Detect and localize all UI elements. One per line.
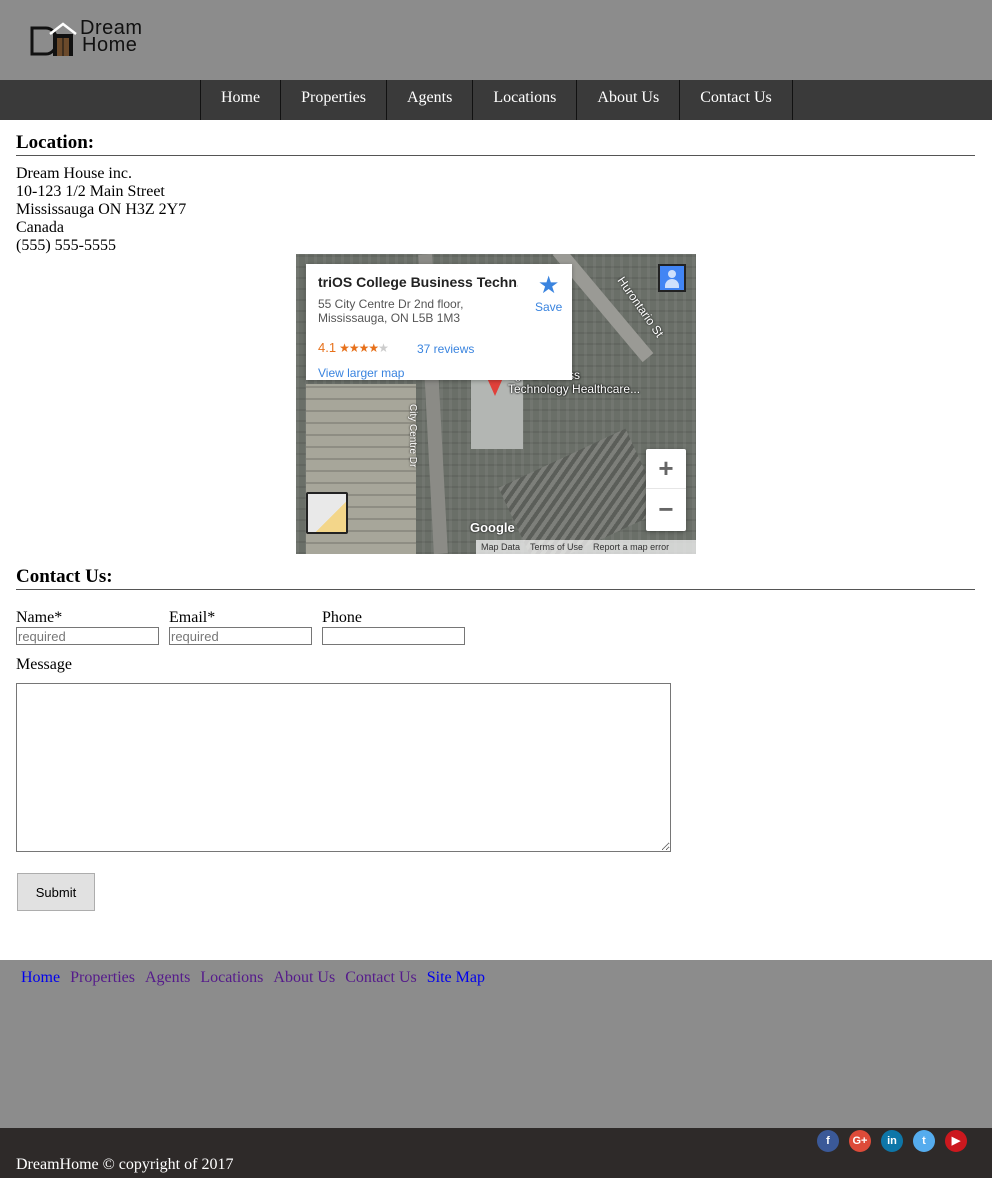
embedded-map[interactable]: City Centre Dr Hurontario St ege Busines… <box>296 254 696 554</box>
zoom-in-button[interactable]: + <box>646 449 686 489</box>
map-type-toggle[interactable] <box>306 492 348 534</box>
google-logo: Google <box>470 520 515 535</box>
map-place-label-line2: Technology Healthcare... <box>508 382 641 396</box>
location-heading: Location: <box>16 132 975 156</box>
map-marker-icon[interactable] <box>487 378 503 396</box>
terms-of-use-link[interactable]: Terms of Use <box>530 540 583 554</box>
footer-links-area: Home Properties Agents Locations About U… <box>0 960 992 1128</box>
save-button[interactable]: ★ Save <box>535 272 562 314</box>
phone-input[interactable] <box>322 627 465 645</box>
map-data-link[interactable]: Map Data <box>481 540 520 554</box>
facebook-icon[interactable]: f <box>817 1130 839 1152</box>
place-rating: 4.1 ★★★★★ <box>318 340 389 355</box>
name-label: Name* <box>16 609 63 626</box>
youtube-icon[interactable]: ▶ <box>945 1130 967 1152</box>
footer-link-agents[interactable]: Agents <box>145 969 190 987</box>
rating-stars-icon: ★★★★★ <box>339 341 389 355</box>
place-address-line1: 55 City Centre Dr 2nd floor, <box>318 297 464 311</box>
submit-button[interactable]: Submit <box>17 873 95 911</box>
nav-item-properties[interactable]: Properties <box>281 80 387 120</box>
reviews-link[interactable]: 37 reviews <box>417 342 474 356</box>
logo-text: Dream Home <box>80 18 143 56</box>
nav-item-agents[interactable]: Agents <box>387 80 474 120</box>
view-larger-map-link[interactable]: View larger map <box>318 366 404 380</box>
copyright-text: DreamHome © copyright of 2017 <box>16 1156 234 1173</box>
address-phone: (555) 555-5555 <box>16 237 116 254</box>
map-attribution: Map Data Terms of Use Report a map error <box>476 540 696 554</box>
twitter-icon[interactable]: t <box>913 1130 935 1152</box>
linkedin-icon[interactable]: in <box>881 1130 903 1152</box>
social-links: f G+ in t ▶ <box>817 1130 967 1152</box>
nav-item-home[interactable]: Home <box>201 80 282 120</box>
address-city: Mississauga ON H3Z 2Y7 <box>16 201 187 218</box>
house-logo-icon <box>30 22 77 56</box>
logo-line-2: Home <box>82 34 138 56</box>
main-nav: Home Properties Agents Locations About U… <box>0 80 992 120</box>
phone-label: Phone <box>322 609 362 626</box>
footer-link-locations[interactable]: Locations <box>200 969 263 987</box>
zoom-out-button[interactable]: − <box>646 490 686 530</box>
address-street: 10-123 1/2 Main Street <box>16 183 165 200</box>
name-input[interactable] <box>16 627 159 645</box>
footer-link-contact-us[interactable]: Contact Us <box>345 969 417 987</box>
place-address-line2: Mississauga, ON L5B 1M3 <box>318 311 461 325</box>
header: Dream Home <box>0 0 992 80</box>
footer-link-home[interactable]: Home <box>21 969 60 987</box>
footer-link-properties[interactable]: Properties <box>70 969 135 987</box>
contact-heading: Contact Us: <box>16 566 975 590</box>
map-info-card: triOS College Business Techn... 55 City … <box>306 264 572 380</box>
map-parking-lot <box>498 428 664 554</box>
logo[interactable]: Dream Home <box>28 18 168 60</box>
footer-link-site-map[interactable]: Site Map <box>427 969 485 987</box>
address-block: Dream House inc. 10-123 1/2 Main Street … <box>16 165 186 255</box>
nav-item-about-us[interactable]: About Us <box>577 80 681 120</box>
nav-item-contact-us[interactable]: Contact Us <box>680 80 793 120</box>
street-view-person-icon[interactable] <box>658 264 686 292</box>
save-label: Save <box>535 300 563 314</box>
star-icon: ★ <box>537 272 560 299</box>
message-textarea[interactable] <box>16 683 671 852</box>
report-map-error-link[interactable]: Report a map error <box>593 540 669 554</box>
address-country: Canada <box>16 219 64 236</box>
address-company: Dream House inc. <box>16 165 132 182</box>
map-street-label: City Centre Dr <box>407 404 418 468</box>
zoom-control: + − <box>646 449 686 531</box>
rating-value: 4.1 <box>318 340 337 355</box>
email-input[interactable] <box>169 627 312 645</box>
nav-list: Home Properties Agents Locations About U… <box>200 80 793 120</box>
email-label: Email* <box>169 609 216 626</box>
nav-item-locations[interactable]: Locations <box>473 80 578 120</box>
google-plus-icon[interactable]: G+ <box>849 1130 871 1152</box>
place-address: 55 City Centre Dr 2nd floor, Mississauga… <box>318 297 463 325</box>
footer-nav: Home Properties Agents Locations About U… <box>21 969 485 987</box>
footer-bottom: f G+ in t ▶ DreamHome © copyright of 201… <box>0 1128 992 1178</box>
message-label: Message <box>16 656 72 673</box>
footer-link-about-us[interactable]: About Us <box>273 969 335 987</box>
place-name: triOS College Business Techn... <box>318 274 518 290</box>
